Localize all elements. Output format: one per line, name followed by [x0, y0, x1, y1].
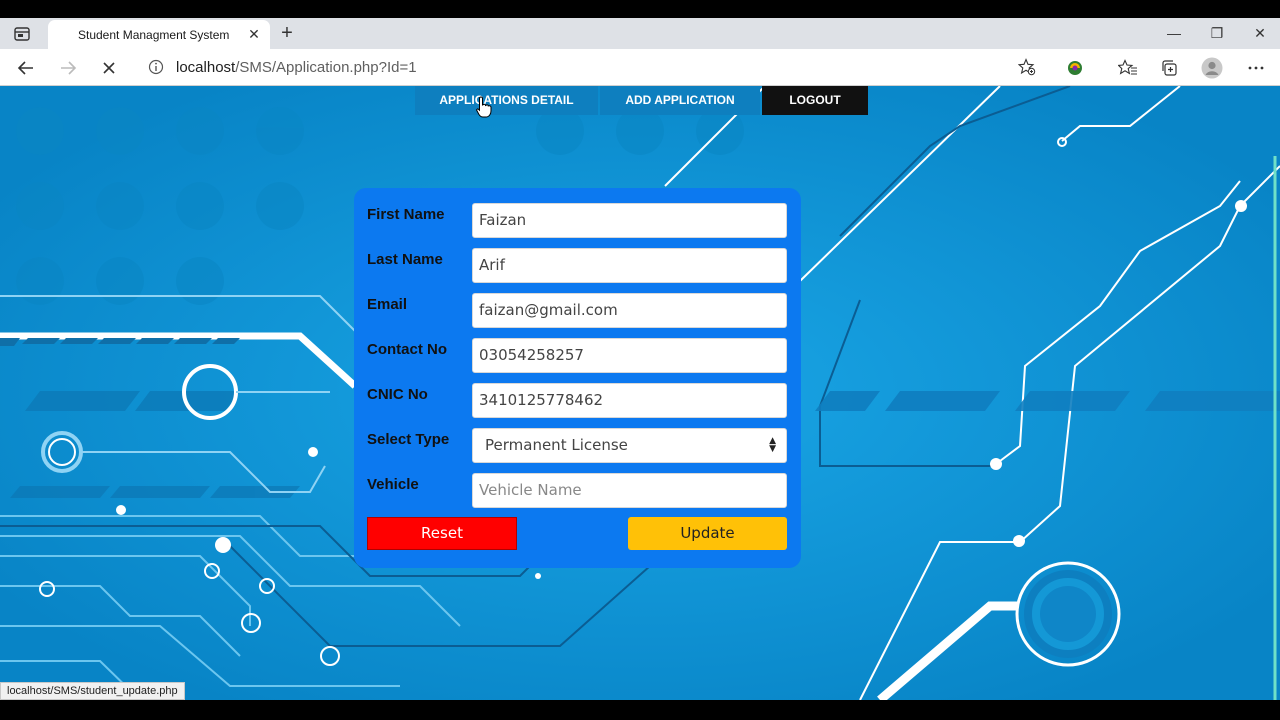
first-name-label: First Name: [367, 206, 445, 223]
nav-add-application[interactable]: ADD APPLICATION: [600, 86, 760, 115]
email-label: Email: [367, 296, 408, 313]
hand-cursor-icon: [476, 96, 492, 123]
reset-button[interactable]: Reset: [367, 517, 517, 550]
address-bar[interactable]: localhost/SMS/Application.php?Id=1: [136, 53, 1048, 81]
more-icon[interactable]: [1243, 55, 1269, 81]
tab-actions-icon[interactable]: [10, 23, 34, 45]
select-type-dropdown[interactable]: Permanent License ▲ ▼: [472, 428, 787, 463]
page-content: APPLICATIONS DETAIL ADD APPLICATION LOGO…: [0, 86, 1280, 700]
close-tab-icon[interactable]: ✕: [246, 26, 262, 42]
email-input[interactable]: faizan@gmail.com: [472, 293, 787, 328]
restore-button[interactable]: ❐: [1202, 22, 1232, 44]
status-bar-url: localhost/SMS/student_update.php: [0, 682, 185, 700]
vehicle-input[interactable]: Vehicle Name: [472, 473, 787, 508]
forward-arrow-icon[interactable]: [55, 55, 81, 81]
favorites-icon[interactable]: [1115, 55, 1141, 81]
nav-logout[interactable]: LOGOUT: [762, 86, 868, 115]
url-text: localhost/SMS/Application.php?Id=1: [176, 59, 417, 76]
favorite-add-icon[interactable]: [1017, 58, 1036, 81]
back-arrow-icon[interactable]: [13, 55, 39, 81]
stop-loading-icon[interactable]: [96, 55, 122, 81]
browser-window: Student Managment System ✕ + — ❐ ✕ local…: [0, 0, 1280, 720]
tab-title: Student Managment System: [78, 28, 230, 42]
browser-toolbar: localhost/SMS/Application.php?Id=1: [0, 49, 1280, 86]
last-name-input[interactable]: Arif: [472, 248, 787, 283]
select-arrows-icon: ▲ ▼: [769, 436, 776, 454]
collections-icon[interactable]: [1156, 55, 1182, 81]
select-type-value: Permanent License: [485, 436, 628, 454]
first-name-input[interactable]: Faizan: [472, 203, 787, 238]
minimize-button[interactable]: —: [1159, 22, 1189, 44]
tab-strip: Student Managment System ✕ + — ❐ ✕: [0, 18, 1280, 49]
cnic-no-input[interactable]: 3410125778462: [472, 383, 787, 418]
nav-applications-detail[interactable]: APPLICATIONS DETAIL: [415, 86, 598, 115]
application-form: First Name Faizan Last Name Arif Email f…: [354, 188, 801, 568]
last-name-label: Last Name: [367, 251, 443, 268]
profile-icon[interactable]: [1199, 55, 1225, 81]
new-tab-button[interactable]: +: [276, 22, 298, 44]
info-icon[interactable]: [148, 59, 164, 80]
contact-no-input[interactable]: 03054258257: [472, 338, 787, 373]
close-window-button[interactable]: ✕: [1245, 22, 1275, 44]
update-button[interactable]: Update: [628, 517, 787, 550]
contact-no-label: Contact No: [367, 341, 447, 358]
vehicle-label: Vehicle: [367, 476, 419, 493]
select-type-label: Select Type: [367, 431, 450, 448]
cnic-no-label: CNIC No: [367, 386, 428, 403]
active-tab[interactable]: Student Managment System ✕: [48, 20, 270, 49]
extension-icon[interactable]: [1062, 55, 1088, 81]
